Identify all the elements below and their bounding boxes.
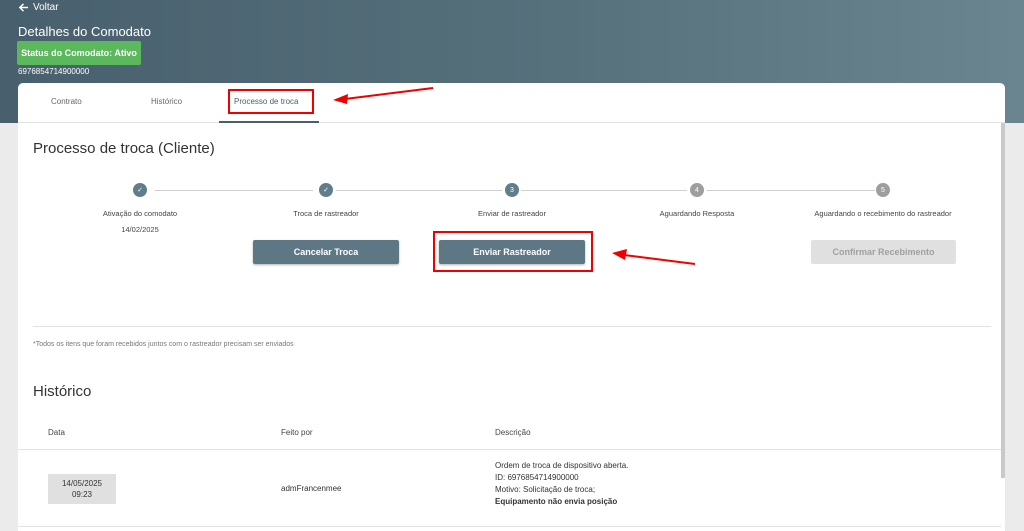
step-connector (707, 190, 875, 191)
step-1-date: 14/02/2025 (121, 225, 159, 234)
page-title: Detalhes do Comodato (18, 24, 151, 39)
step-2-check-icon: ✓ (319, 183, 333, 197)
history-date: 14/05/2025 (61, 479, 103, 488)
highlight-box-send-button (433, 231, 593, 272)
history-time: 09:23 (71, 490, 93, 499)
process-note: *Todos os itens que foram recebidos junt… (33, 341, 294, 348)
description-line-bold: Equipamento não envia posição (495, 497, 618, 506)
main-card: Contrato Histórico Processo de troca Pro… (18, 83, 1005, 531)
history-title: Histórico (33, 383, 92, 400)
step-connector (336, 190, 502, 191)
step-3-label: Enviar de rastreador (478, 209, 546, 218)
back-link[interactable]: Voltar (18, 2, 59, 13)
description-line: Motivo: Solicitação de troca; (495, 485, 596, 494)
comodato-id: 6976854714900000 (18, 67, 90, 76)
active-tab-indicator (219, 121, 319, 123)
description-line: ID: 6976854714900000 (495, 473, 579, 482)
step-3-number: 3 (505, 183, 519, 197)
step-4-number: 4 (690, 183, 704, 197)
step-connector (155, 190, 313, 191)
highlight-box-tab (228, 89, 314, 114)
back-label: Voltar (33, 2, 59, 13)
table-header-divider (18, 449, 1001, 450)
table-row-divider (18, 526, 1001, 527)
tab-bar: Contrato Histórico Processo de troca (18, 83, 1005, 123)
confirm-receipt-button[interactable]: Confirmar Recebimento (811, 240, 956, 264)
step-1-check-icon: ✓ (133, 183, 147, 197)
column-header-by: Feito por (281, 428, 313, 437)
step-1-label: Ativação do comodato (102, 209, 178, 218)
history-description: Ordem de troca de dispositivo aberta. ID… (495, 460, 628, 508)
column-header-date: Data (48, 428, 65, 437)
arrow-left-icon (18, 3, 29, 12)
step-4-label: Aguardando Resposta (659, 209, 735, 218)
tab-historico[interactable]: Histórico (151, 97, 182, 106)
step-5-label: Aguardando o recebimento do rastreador (814, 209, 952, 218)
process-title: Processo de troca (Cliente) (33, 140, 215, 157)
step-5-number: 5 (876, 183, 890, 197)
history-date-chip: 14/05/2025 09:23 (48, 474, 116, 504)
section-divider (33, 326, 991, 327)
step-connector (521, 190, 687, 191)
description-line: Ordem de troca de dispositivo aberta. (495, 461, 629, 470)
tab-contrato[interactable]: Contrato (51, 97, 82, 106)
status-badge: Status do Comodato: Ativo (17, 41, 141, 65)
history-author: admFrancenmee (281, 484, 342, 493)
scrollbar[interactable] (1001, 123, 1005, 478)
step-2-label: Troca de rastreador (293, 209, 359, 218)
column-header-description: Descrição (495, 428, 531, 437)
cancel-exchange-button[interactable]: Cancelar Troca (253, 240, 399, 264)
